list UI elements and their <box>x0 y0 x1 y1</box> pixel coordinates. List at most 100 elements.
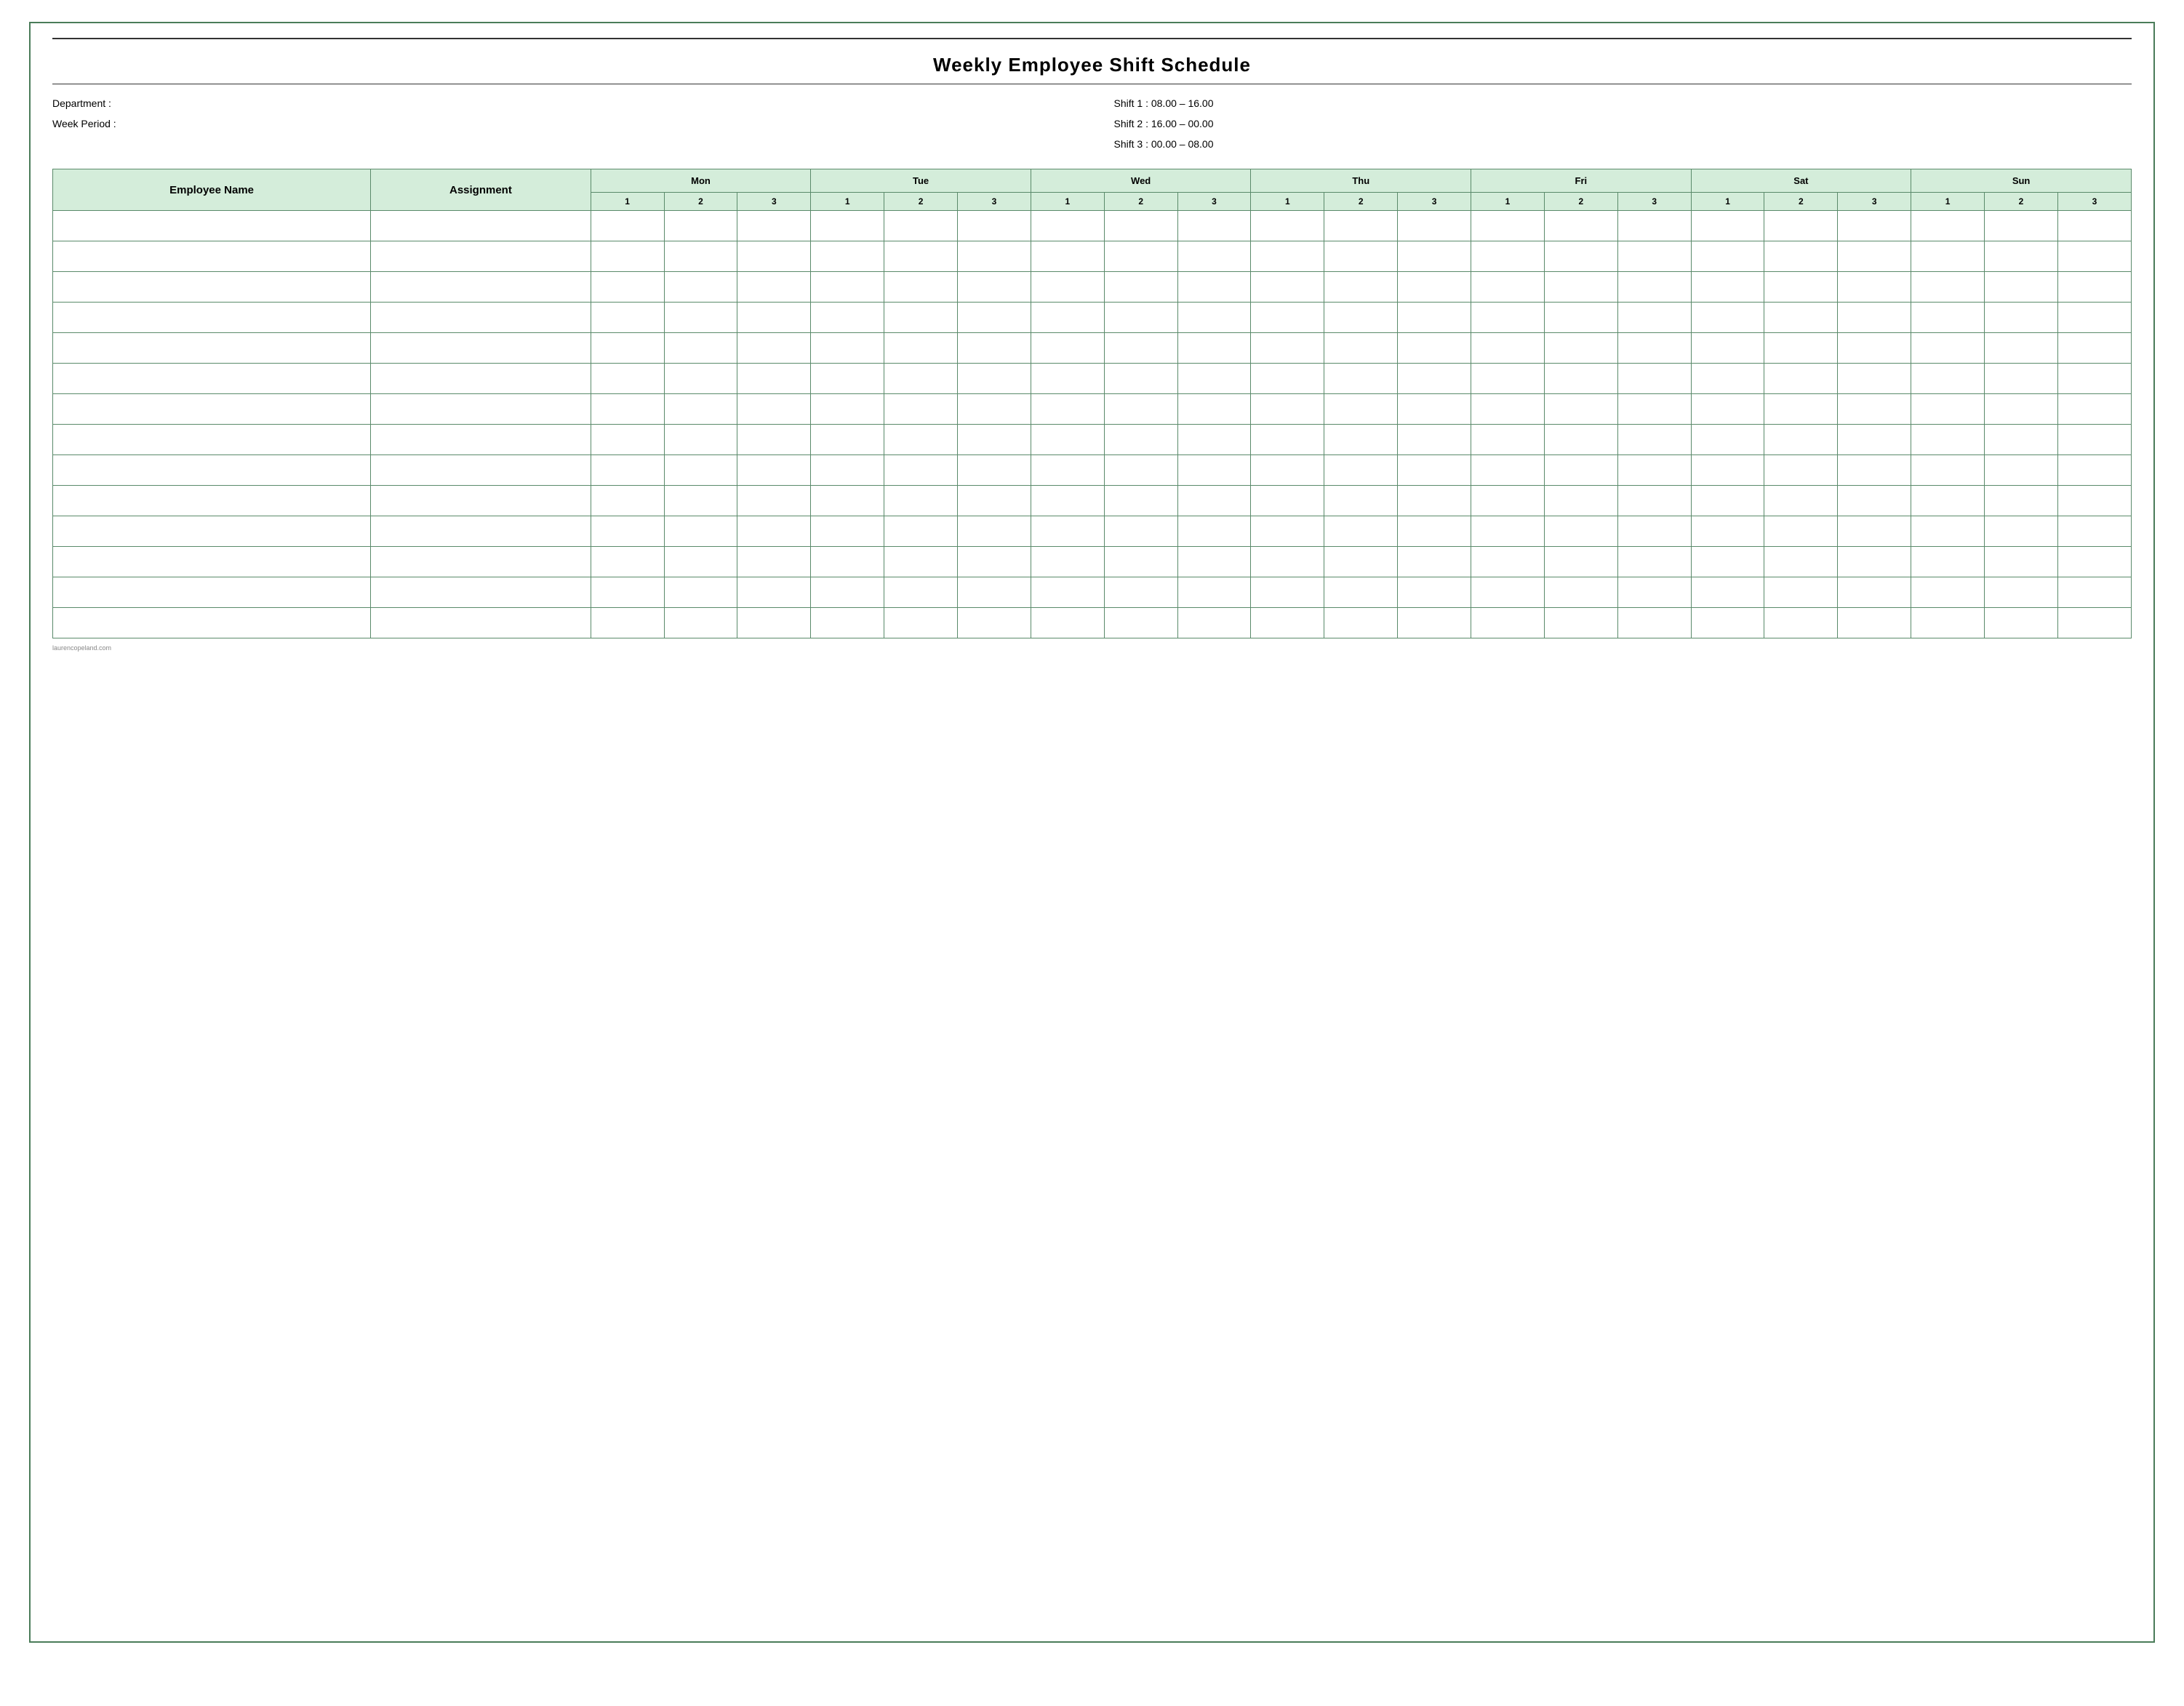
shift-cell <box>1838 333 1911 364</box>
fri-header: Fri <box>1471 169 1692 193</box>
shift-cell <box>1985 425 2058 455</box>
shift-cell <box>958 364 1031 394</box>
shift-cell <box>1104 608 1177 638</box>
shift-cell <box>664 486 737 516</box>
shift-cell <box>737 364 811 394</box>
shift-cell <box>1544 303 1617 333</box>
shift-cell <box>1031 608 1104 638</box>
shift-cell <box>811 577 884 608</box>
shift-cell <box>958 608 1031 638</box>
assignment-cell <box>371 547 591 577</box>
shift-cell <box>1764 547 1838 577</box>
shift-cell <box>2057 272 2131 303</box>
shift-cell <box>1031 364 1104 394</box>
table-row <box>53 241 2132 272</box>
shift-cell <box>1471 211 1545 241</box>
shift-cell <box>1764 608 1838 638</box>
shift-cell <box>811 272 884 303</box>
shift-cell <box>1838 516 1911 547</box>
shift-cell <box>1104 241 1177 272</box>
shift-cell <box>958 303 1031 333</box>
shift-cell <box>811 547 884 577</box>
shift-cell <box>1544 516 1617 547</box>
shift-cell <box>1838 577 1911 608</box>
shift-cell <box>1177 303 1251 333</box>
shift-cell <box>884 486 958 516</box>
shift-cell <box>958 577 1031 608</box>
page-title: Weekly Employee Shift Schedule <box>933 54 1251 76</box>
shift-cell <box>591 455 664 486</box>
shift-cell <box>1104 516 1177 547</box>
shift-cell <box>1471 516 1545 547</box>
shift-cell <box>1398 303 1471 333</box>
title-section: Weekly Employee Shift Schedule <box>52 47 2132 84</box>
shift-cell <box>1031 486 1104 516</box>
shift-cell <box>1691 516 1764 547</box>
table-row <box>53 333 2132 364</box>
assignment-cell <box>371 364 591 394</box>
shift-cell <box>1911 455 1985 486</box>
shift-cell <box>811 211 884 241</box>
shift-cell <box>1838 547 1911 577</box>
shift-cell <box>1691 608 1764 638</box>
employee-name-cell <box>53 333 371 364</box>
shift-cell <box>1838 211 1911 241</box>
shift-cell <box>1764 455 1838 486</box>
assignment-cell <box>371 303 591 333</box>
shift-cell <box>1398 425 1471 455</box>
shift-cell <box>1104 333 1177 364</box>
fri-shift-2: 2 <box>1544 193 1617 211</box>
shift-cell <box>811 394 884 425</box>
shift-cell <box>1911 394 1985 425</box>
shift-cell <box>1031 455 1104 486</box>
shift-cell <box>1251 547 1324 577</box>
shift-cell <box>884 211 958 241</box>
shift-cell <box>1911 364 1985 394</box>
shift-cell <box>1324 211 1398 241</box>
shift-cell <box>1544 211 1617 241</box>
shift-cell <box>1911 333 1985 364</box>
shift-cell <box>1691 394 1764 425</box>
shift-cell <box>1398 394 1471 425</box>
shift3-info: Shift 3 : 00.00 – 08.00 <box>1114 134 2132 154</box>
wed-shift-2: 2 <box>1104 193 1177 211</box>
table-row <box>53 608 2132 638</box>
shift-cell <box>958 516 1031 547</box>
shift-cell <box>1251 303 1324 333</box>
shift-cell <box>1764 272 1838 303</box>
sat-shift-1: 1 <box>1691 193 1764 211</box>
shift-cell <box>1838 241 1911 272</box>
assignment-cell <box>371 333 591 364</box>
assignment-cell <box>371 272 591 303</box>
shift-cell <box>811 608 884 638</box>
shift-cell <box>1471 608 1545 638</box>
shift-cell <box>591 425 664 455</box>
shift-cell <box>1617 425 1691 455</box>
shift-cell <box>1104 486 1177 516</box>
shift-cell <box>737 394 811 425</box>
shift-cell <box>1617 211 1691 241</box>
shift-cell <box>1617 394 1691 425</box>
shift-cell <box>1104 303 1177 333</box>
shift-cell <box>811 364 884 394</box>
shift-cell <box>737 516 811 547</box>
shift-cell <box>664 577 737 608</box>
department-label: Department : <box>52 93 1071 113</box>
sun-header: Sun <box>1911 169 2132 193</box>
shift-cell <box>737 608 811 638</box>
shift-cell <box>1324 608 1398 638</box>
sat-shift-2: 2 <box>1764 193 1838 211</box>
shift-cell <box>1398 608 1471 638</box>
shift-cell <box>1398 211 1471 241</box>
shift-cell <box>2057 211 2131 241</box>
shift-cell <box>884 303 958 333</box>
shift-cell <box>884 272 958 303</box>
shift-cell <box>1985 211 2058 241</box>
shift-cell <box>958 486 1031 516</box>
sun-shift-3: 3 <box>2057 193 2131 211</box>
shift-cell <box>1398 455 1471 486</box>
shift-cell <box>1031 547 1104 577</box>
shift-cell <box>1911 303 1985 333</box>
assignment-cell <box>371 425 591 455</box>
thu-shift-2: 2 <box>1324 193 1398 211</box>
